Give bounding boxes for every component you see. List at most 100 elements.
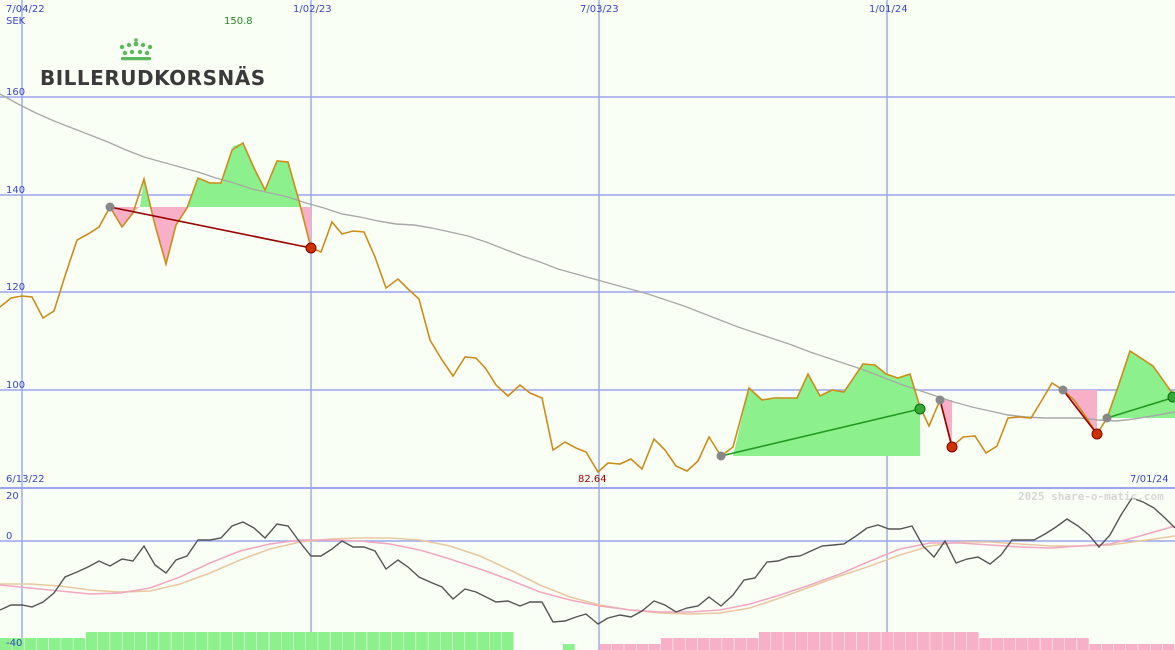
histogram-bar: [489, 632, 502, 650]
histogram-bar: [820, 632, 832, 650]
histogram-bar: [1040, 638, 1053, 650]
date-label-bottom: 6/13/22: [6, 474, 45, 485]
date-label-top: 7/04/22: [6, 4, 45, 15]
histogram-bar: [758, 632, 771, 650]
histogram-bar: [893, 632, 906, 650]
histogram-bar: [869, 632, 881, 650]
histogram-bar: [330, 632, 343, 650]
histogram-bar: [36, 638, 49, 650]
histogram-bar: [991, 638, 1004, 650]
trade-markers: [105, 202, 1175, 461]
histogram-bar: [501, 632, 514, 650]
entry-marker: [716, 451, 726, 461]
signal-line: [0, 525, 1175, 613]
price-tick-label: 160: [6, 87, 25, 98]
histogram-bar: [844, 632, 857, 650]
low-label: 82.64: [578, 474, 607, 485]
price-tick-label: 140: [6, 185, 25, 196]
histogram-bar: [85, 632, 98, 650]
histogram-bar: [881, 632, 893, 650]
price-line: [0, 141, 1175, 474]
histogram-bar: [563, 644, 575, 650]
histogram-bar: [49, 638, 61, 650]
histogram-bar: [477, 632, 489, 650]
histogram-bar: [306, 632, 318, 650]
histogram-bar: [367, 632, 379, 650]
histogram-bar: [428, 632, 441, 650]
histogram-bar: [1015, 638, 1028, 650]
chart-grid: [0, 0, 1175, 650]
histogram-bar: [195, 632, 208, 650]
histogram-bar: [281, 632, 294, 650]
histogram-bar: [807, 632, 820, 650]
gain-area-3: [721, 364, 920, 456]
histogram-bar: [452, 632, 465, 650]
date-label-bottom: 7/01/24: [1130, 474, 1169, 485]
histogram-bar: [342, 632, 355, 650]
company-logo: BILLERUDKORSNÄS: [40, 38, 265, 90]
histogram-bar: [783, 632, 795, 650]
entry-marker: [1102, 413, 1112, 423]
moving-average-line: [0, 93, 1175, 422]
histogram-bar: [1126, 644, 1138, 650]
histogram-bar: [954, 632, 967, 650]
loss-trend-line-1: [109, 206, 312, 249]
histogram-bar: [966, 632, 979, 650]
histogram-bar: [159, 632, 171, 650]
histogram-bar: [1052, 638, 1065, 650]
histogram-bar: [930, 632, 942, 650]
stock-chart: BILLERUDKORSNÄS 7/04/22 1/02/23 7/03/23 …: [0, 0, 1175, 650]
histogram-bar: [440, 632, 453, 650]
histogram-bar: [771, 632, 783, 650]
osc-tick-label: 0: [6, 531, 12, 542]
entry-marker: [1058, 385, 1068, 395]
histogram-bar: [183, 632, 196, 650]
watermark: 2025 share-o-matic.com: [1018, 490, 1164, 503]
histogram-bar: [379, 632, 392, 650]
osc-tick-label: -40: [6, 638, 22, 649]
histogram-bar: [1113, 644, 1126, 650]
histogram-bar: [636, 644, 649, 650]
histogram-bar: [416, 632, 428, 650]
histogram-bar: [1028, 638, 1040, 650]
exit-loss-marker: [1091, 428, 1103, 440]
histogram-bar: [1162, 644, 1175, 650]
date-label-top: 1/01/24: [869, 4, 908, 15]
exit-loss-marker: [305, 242, 317, 254]
histogram-bar: [110, 632, 122, 650]
date-label-top: 1/02/23: [293, 4, 332, 15]
osc-tick-label: 20: [6, 491, 19, 502]
price-tick-label: 100: [6, 380, 25, 391]
histogram-bar: [1150, 644, 1163, 650]
exit-gain-marker: [914, 403, 926, 415]
histogram-bar: [465, 632, 477, 650]
price-tick-label: 120: [6, 282, 25, 293]
histogram-bar: [73, 638, 86, 650]
histogram-bar: [1089, 644, 1101, 650]
histogram-bar: [171, 632, 184, 650]
histogram-bar: [648, 644, 661, 650]
histogram-bar: [624, 644, 636, 650]
macd-line: [0, 497, 1175, 625]
histogram-bar: [905, 632, 918, 650]
histogram-bar: [660, 638, 673, 650]
histogram-bar: [612, 644, 624, 650]
histogram-bar: [146, 632, 159, 650]
histogram-bar: [403, 632, 416, 650]
histogram-bar: [208, 632, 220, 650]
histogram-bar: [244, 632, 257, 650]
histogram-bar: [709, 638, 722, 650]
histogram-bar: [746, 638, 759, 650]
histogram-bar: [1064, 638, 1077, 650]
histogram-bar: [61, 638, 73, 650]
histogram-bar: [24, 638, 37, 650]
histogram-bar: [97, 632, 110, 650]
histogram-bar: [122, 632, 135, 650]
histogram-bar: [942, 632, 955, 650]
histogram-bar: [722, 638, 734, 650]
trade-fill-areas: [110, 143, 1175, 456]
histogram-bar: [856, 632, 869, 650]
histogram-bar: [685, 638, 698, 650]
histogram-bar: [293, 632, 306, 650]
histogram-bar: [1077, 638, 1089, 650]
